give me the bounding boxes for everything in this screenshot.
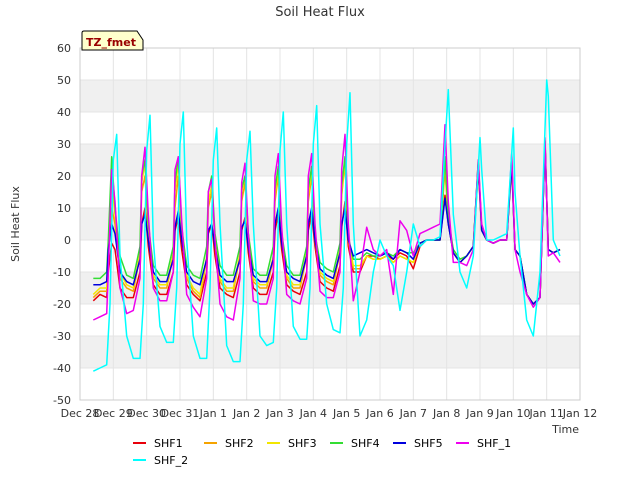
x-tick-label: Jan 10: [495, 407, 530, 420]
legend-label: SHF1: [154, 437, 183, 450]
legend-label: SHF_1: [477, 437, 511, 450]
y-tick-label: 50: [57, 74, 71, 87]
y-tick-labels: -50 -40 -30 -20 -10 0 10 20 30 40 50 60: [53, 42, 71, 407]
x-tick-label: Jan 4: [299, 407, 327, 420]
x-tick-label: Jan 1: [199, 407, 227, 420]
x-tick-labels: Dec 28Dec 29Dec 30Dec 31 Jan 1 Jan 2 Jan 3J…: [61, 407, 598, 420]
y-tick-label: 30: [57, 138, 71, 151]
legend-label: SHF4: [351, 437, 380, 450]
background-band: [80, 144, 580, 176]
y-tick-label: -10: [53, 266, 71, 279]
y-tick-label: -30: [53, 330, 71, 343]
x-tick-label: Jan 9: [465, 407, 493, 420]
chart-title: Soil Heat Flux: [275, 5, 365, 20]
y-tick-label: 10: [57, 202, 71, 215]
legend-label: SHF2: [225, 437, 254, 450]
x-tick-label: Jan 12: [562, 407, 597, 420]
x-tick-label: Jan 3: [265, 407, 293, 420]
legend-label: SHF_2: [154, 454, 188, 467]
x-tick-label: Jan 2: [232, 407, 260, 420]
x-tick-label: Jan 8: [432, 407, 460, 420]
site-badge: TZ_fmet: [81, 30, 144, 51]
background-bands: [80, 80, 580, 368]
x-tick-label: Dec 31: [161, 407, 200, 420]
legend: SHF1 SHF2 SHF3 SHF4 SHF5 SHF_1 SHF_2: [133, 437, 511, 467]
y-axis-label: Soil Heat Flux: [9, 186, 22, 262]
chart: Dec 28Dec 29Dec 30Dec 31 Jan 1 Jan 2 Jan 3J…: [9, 5, 598, 467]
y-tick-label: -20: [53, 298, 71, 311]
y-tick-label: 40: [57, 106, 71, 119]
x-tick-label: Jan 11: [528, 407, 563, 420]
x-tick-label: Jan 6: [365, 407, 393, 420]
x-tick-label: Jan 5: [332, 407, 360, 420]
y-tick-label: -50: [53, 394, 71, 407]
y-tick-label: 0: [64, 234, 71, 247]
y-tick-label: 60: [57, 42, 71, 55]
background-band: [80, 336, 580, 368]
x-tick-label: Jan 7: [399, 407, 427, 420]
y-tick-label: 20: [57, 170, 71, 183]
legend-label: SHF5: [414, 437, 443, 450]
y-tick-label: -40: [53, 362, 71, 375]
x-axis-label: Time: [551, 423, 579, 436]
legend-label: SHF3: [288, 437, 317, 450]
background-band: [80, 80, 580, 112]
badge-text: TZ_fmet: [86, 36, 136, 49]
